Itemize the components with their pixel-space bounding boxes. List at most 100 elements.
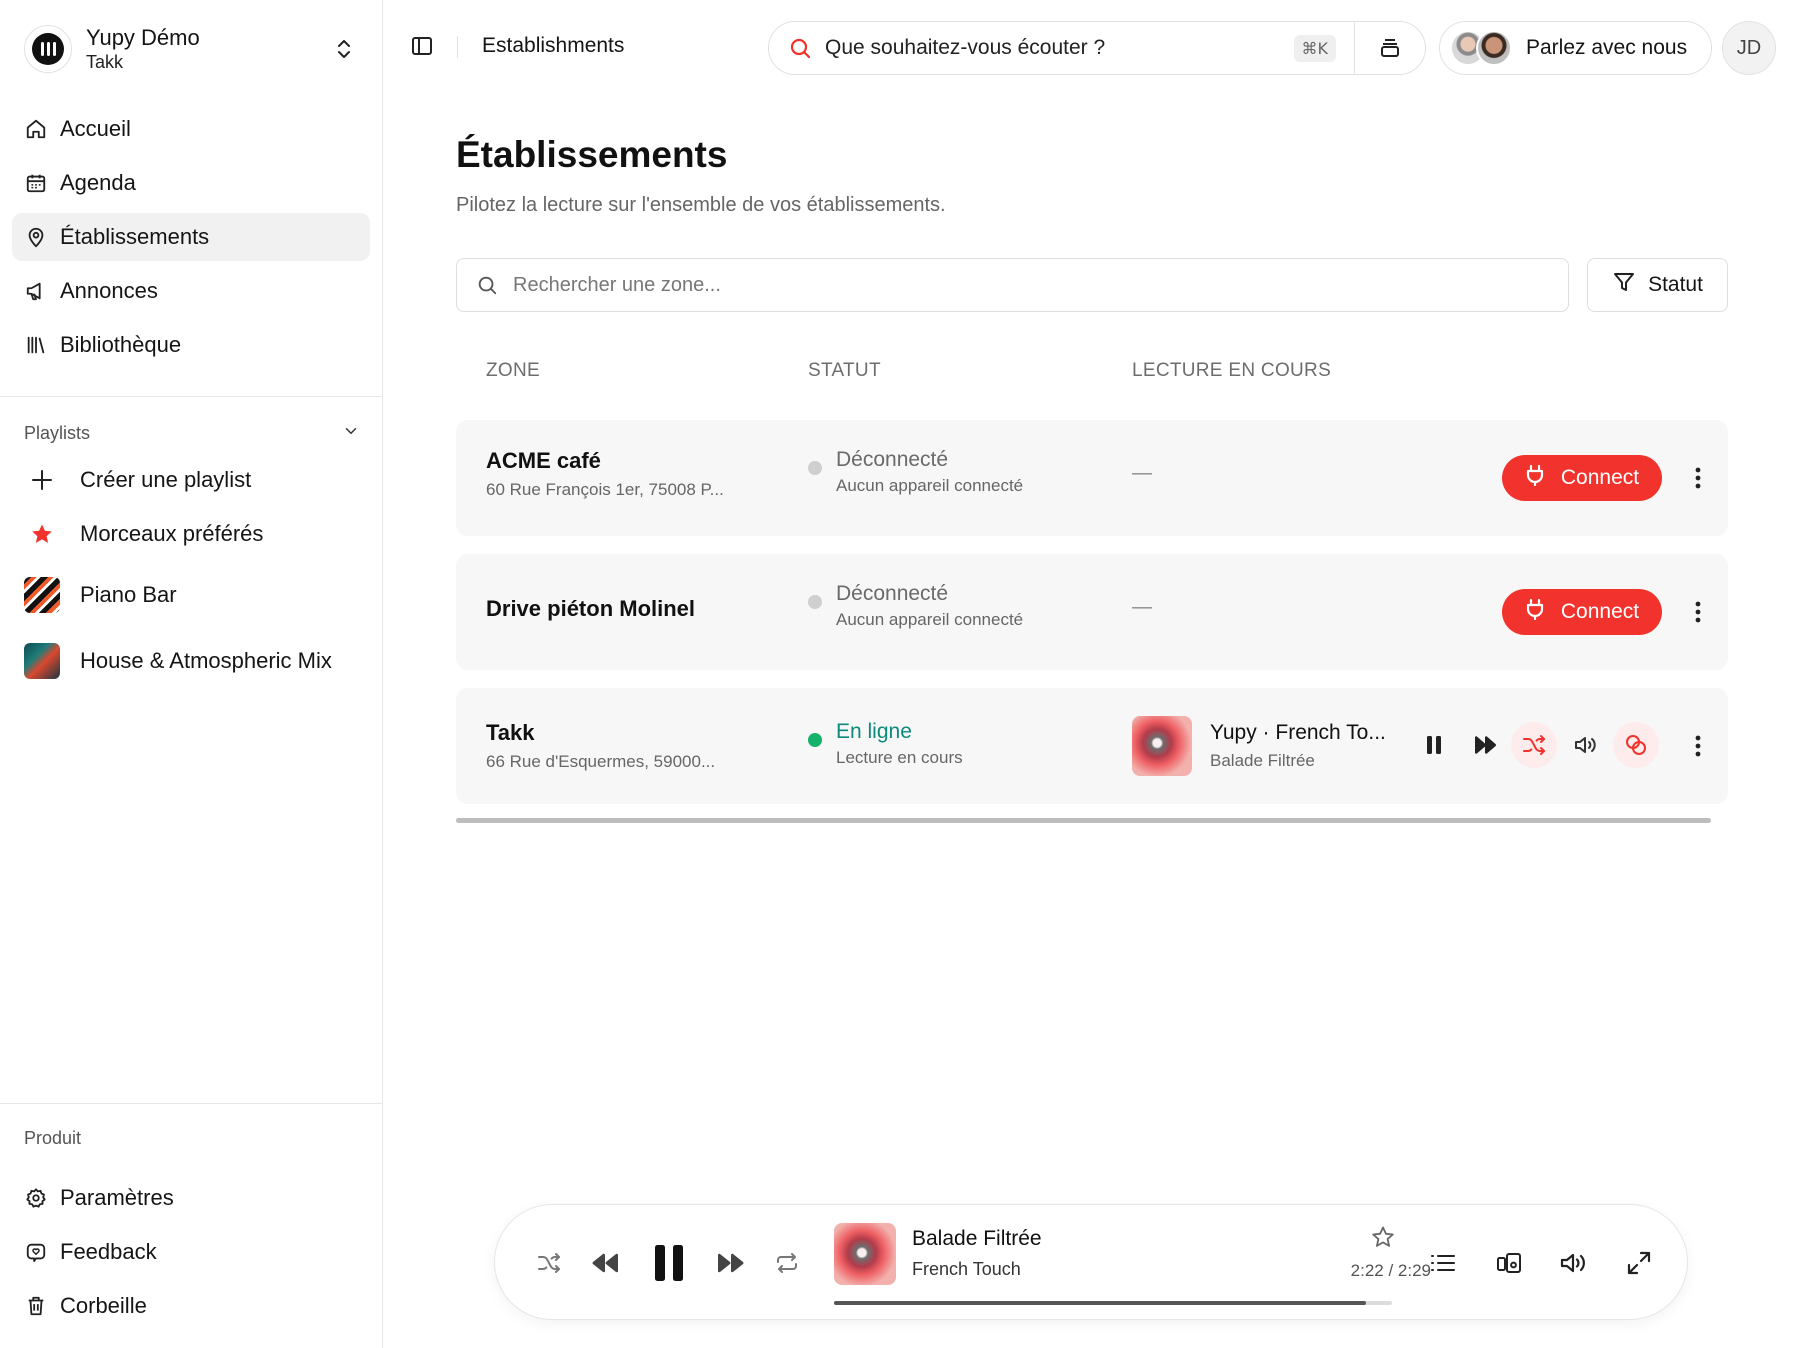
account-switcher[interactable]: Yupy Démo Takk <box>24 22 364 76</box>
table-row[interactable]: Takk 66 Rue d'Esquermes, 59000... En lig… <box>456 688 1728 804</box>
shuffle-icon[interactable] <box>531 1245 567 1281</box>
progress-fill <box>834 1301 1366 1305</box>
status-dot <box>808 595 822 609</box>
table-row[interactable]: Drive piéton Molinel Déconnecté Aucun ap… <box>456 554 1728 670</box>
player-bar: Balade Filtrée French Touch 2:22 / 2:29 <box>494 1204 1688 1320</box>
sidebar: Yupy Démo Takk Accueil Agenda Établissem… <box>0 0 383 1348</box>
talk-with-us-button[interactable]: Parlez avec nous <box>1439 21 1712 75</box>
column-header-status: STATUT <box>808 360 881 381</box>
product-header: Produit <box>24 1128 82 1148</box>
now-playing[interactable]: Yupy · French To... Balade Filtrée <box>1132 716 1386 776</box>
account-name: Yupy Démo <box>86 25 200 50</box>
skip-back-icon[interactable] <box>587 1245 623 1281</box>
playing-empty: — <box>1132 462 1152 484</box>
playlist-label: Piano Bar <box>80 582 177 607</box>
album-art <box>1132 716 1192 776</box>
zone-address: 66 Rue d'Esquermes, 59000... <box>486 752 716 771</box>
column-header-playing: LECTURE EN COURS <box>1132 360 1332 381</box>
queue-stack-icon[interactable] <box>1355 36 1425 60</box>
nav-label: Agenda <box>60 170 136 195</box>
table-row[interactable]: ACME café 60 Rue François 1er, 75008 P..… <box>456 420 1728 536</box>
plus-icon <box>24 462 60 498</box>
nav-label: Accueil <box>60 116 131 141</box>
column-header-zone: ZONE <box>486 360 540 381</box>
library-icon <box>24 333 48 357</box>
playlist-label: Créer une playlist <box>80 467 252 492</box>
playlists-header[interactable]: Playlists <box>24 420 360 446</box>
nav-item-accueil[interactable]: Accueil <box>12 105 370 153</box>
devices-icon[interactable] <box>1491 1245 1527 1281</box>
zone-search-input[interactable] <box>513 273 1413 297</box>
link-devices-icon[interactable] <box>1613 722 1659 768</box>
main-nav: Accueil Agenda Établissements Annonces B… <box>12 105 370 375</box>
expand-icon[interactable] <box>1621 1245 1657 1281</box>
nav-label: Paramètres <box>60 1185 174 1210</box>
zone-address: 60 Rue François 1er, 75008 P... <box>486 480 724 499</box>
playlist-list: Créer une playlist Morceaux préférés Pia… <box>24 458 364 686</box>
global-search[interactable]: Que souhaitez-vous écouter ? ⌘K <box>768 21 1426 75</box>
volume-icon[interactable] <box>1562 722 1608 768</box>
more-options-icon[interactable] <box>1686 600 1710 624</box>
calendar-icon <box>24 171 48 195</box>
repeat-icon[interactable] <box>769 1245 805 1281</box>
status-cell: Déconnecté Aucun appareil connecté <box>808 582 1023 630</box>
nav-item-annonces[interactable]: Annonces <box>12 267 370 315</box>
global-search-placeholder[interactable]: Que souhaitez-vous écouter ? <box>825 36 1294 60</box>
status-dot <box>808 461 822 475</box>
nav-item-etablissements[interactable]: Établissements <box>12 213 370 261</box>
zone-name: Takk <box>486 720 535 745</box>
skip-forward-icon[interactable] <box>713 1245 749 1281</box>
zone-name: Drive piéton Molinel <box>486 596 696 621</box>
connect-button[interactable]: Connect <box>1502 589 1662 635</box>
playlist-favorites[interactable]: Morceaux préférés <box>24 512 364 556</box>
playlist-create[interactable]: Créer une playlist <box>24 458 364 502</box>
shuffle-icon[interactable] <box>1511 722 1557 768</box>
nav-label: Corbeille <box>60 1293 147 1318</box>
chevron-down-icon[interactable] <box>342 422 360 445</box>
playlist-house-atmospheric[interactable]: House & Atmospheric Mix <box>24 636 364 686</box>
connect-label: Connect <box>1560 600 1640 623</box>
progress-bar[interactable] <box>834 1301 1392 1305</box>
status-label: En ligne <box>836 720 912 743</box>
nav-item-agenda[interactable]: Agenda <box>12 159 370 207</box>
skip-forward-icon[interactable] <box>1462 722 1508 768</box>
nav-label: Établissements <box>60 224 210 249</box>
nav-label: Bibliothèque <box>60 332 182 357</box>
status-detail: Aucun appareil connecté <box>836 476 1024 495</box>
playlists-header-label: Playlists <box>24 422 91 443</box>
pause-icon[interactable] <box>1411 722 1457 768</box>
favorite-star-icon[interactable] <box>1371 1225 1397 1251</box>
zone-search[interactable] <box>456 258 1569 312</box>
nav-label: Annonces <box>60 278 158 303</box>
status-cell: En ligne Lecture en cours <box>808 720 963 768</box>
volume-icon[interactable] <box>1555 1245 1591 1281</box>
status-filter-button[interactable]: Statut <box>1587 258 1728 312</box>
gear-icon <box>24 1186 48 1210</box>
account-sub: Takk <box>86 52 124 72</box>
play-pause-icon[interactable] <box>645 1239 693 1287</box>
status-dot <box>808 733 822 747</box>
queue-list-icon[interactable] <box>1425 1245 1461 1281</box>
more-options-icon[interactable] <box>1686 734 1710 758</box>
user-avatar[interactable]: JD <box>1722 21 1776 75</box>
nav-item-bibliotheque[interactable]: Bibliothèque <box>12 321 370 369</box>
search-icon <box>475 273 499 297</box>
playing-empty: — <box>1132 596 1152 618</box>
connect-button[interactable]: Connect <box>1502 455 1662 501</box>
status-detail: Lecture en cours <box>836 748 963 767</box>
chevron-up-down-icon[interactable] <box>330 35 358 63</box>
playlist-cover <box>24 577 60 613</box>
status-label: Déconnecté <box>836 448 949 471</box>
nav-item-parametres[interactable]: Paramètres <box>12 1174 370 1222</box>
search-icon <box>787 35 813 61</box>
more-options-icon[interactable] <box>1686 466 1710 490</box>
nav-item-corbeille[interactable]: Corbeille <box>12 1282 370 1330</box>
page-title: Établissements <box>456 134 728 175</box>
sidebar-toggle-icon[interactable] <box>410 34 436 60</box>
playlist-piano-bar[interactable]: Piano Bar <box>24 570 364 620</box>
topbar: Establishments Que souhaitez-vous écoute… <box>384 0 1802 96</box>
status-detail: Aucun appareil connecté <box>836 610 1024 629</box>
nav-item-feedback[interactable]: Feedback <box>12 1228 370 1276</box>
zone-name: ACME café <box>486 448 601 473</box>
horizontal-scrollbar[interactable] <box>456 818 1711 823</box>
